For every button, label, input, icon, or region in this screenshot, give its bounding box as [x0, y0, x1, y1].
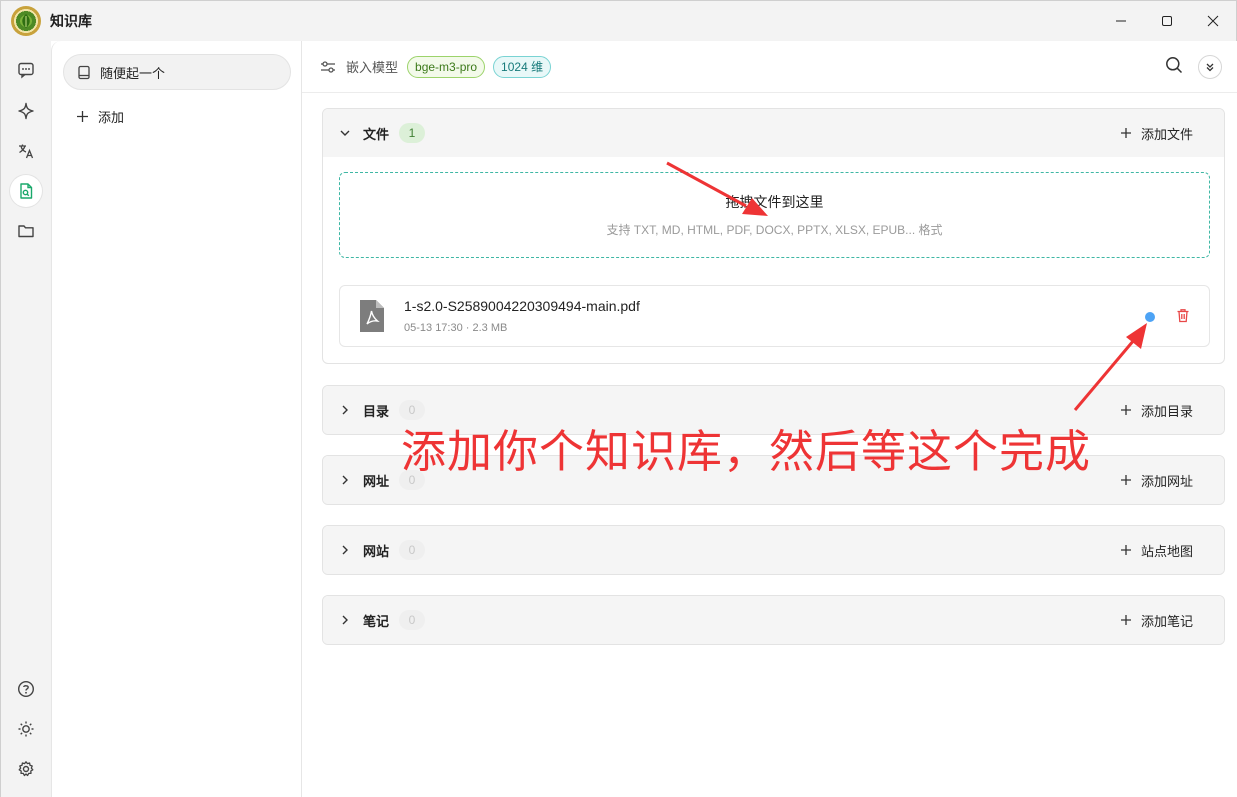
help-icon [17, 680, 35, 698]
translate-icon [19, 144, 34, 159]
add-kb-label: 添加 [98, 110, 125, 125]
dropzone-title: 拖拽文件到这里 [725, 194, 824, 210]
add-directory-label: 添加目录 [1140, 403, 1193, 419]
kb-item-selected[interactable]: 随便起一个 [63, 54, 291, 90]
website-section-title: 网站 [363, 543, 390, 559]
rail-assistant-button[interactable] [7, 94, 45, 128]
embed-model-label: 嵌入模型 [346, 60, 399, 75]
file-name: 1-s2.0-S2589004220309494-main.pdf [404, 298, 640, 314]
plus-icon [1120, 128, 1131, 138]
sparkle-icon [18, 102, 34, 120]
knowledge-base-icon [20, 183, 33, 199]
file-meta: 05-13 17:30 · 2.3 MB [404, 322, 508, 334]
add-sitemap-label: 站点地图 [1140, 543, 1193, 559]
maximize-icon [1162, 16, 1172, 26]
rail-knowledge-button[interactable] [10, 175, 42, 207]
files-section: 文件 1 添加文件 拖拽文件到这里 支持 TXT, MD, HTML, PDF,… [322, 108, 1225, 364]
minimize-button[interactable] [1098, 1, 1144, 41]
add-url-label: 添加网址 [1140, 473, 1193, 489]
collapse-all-button[interactable] [1198, 55, 1222, 79]
chevron-right-icon [342, 405, 348, 415]
processing-status-dot [1145, 312, 1155, 322]
plus-icon [77, 111, 88, 122]
notes-section: 笔记 0 添加笔记 [322, 595, 1225, 645]
dropzone-hint: 支持 TXT, MD, HTML, PDF, DOCX, PPTX, XLSX,… [606, 223, 943, 237]
notes-count-badge: 0 [399, 610, 426, 630]
directory-section-title: 目录 [363, 403, 390, 419]
rail-translate-button[interactable] [7, 134, 45, 168]
files-section-title: 文件 [363, 126, 390, 142]
chat-icon [18, 62, 34, 79]
website-section-header[interactable]: 网站 0 站点地图 [323, 526, 1224, 574]
rail-settings-button[interactable] [7, 752, 45, 786]
trash-icon [1177, 309, 1189, 323]
chevron-right-icon [342, 545, 348, 555]
annotation-text: 添加你个知识库，然后等这个完成 [401, 425, 1092, 478]
add-note-label: 添加笔记 [1140, 613, 1193, 629]
file-dropzone[interactable]: 拖拽文件到这里 支持 TXT, MD, HTML, PDF, DOCX, PPT… [339, 172, 1210, 258]
double-chevron-down-icon [1206, 63, 1214, 72]
add-url-button[interactable]: 添加网址 [1120, 456, 1193, 504]
app-logo [11, 6, 41, 36]
chevron-right-icon [342, 475, 348, 485]
settings-icon [18, 761, 34, 777]
notes-section-header[interactable]: 笔记 0 添加笔记 [323, 596, 1224, 644]
main-topbar: 嵌入模型 bge-m3-pro 1024 维 [302, 41, 1237, 93]
theme-icon [18, 721, 34, 737]
files-section-header[interactable]: 文件 1 添加文件 [323, 109, 1224, 157]
embed-model-tag: bge-m3-pro [407, 55, 486, 78]
rail-theme-button[interactable] [7, 712, 45, 746]
plus-icon [1120, 545, 1131, 555]
close-icon [1207, 15, 1219, 27]
files-count-badge: 1 [399, 123, 426, 143]
rail-help-button[interactable] [7, 672, 45, 706]
pdf-file-icon [358, 299, 386, 336]
file-item[interactable]: 1-s2.0-S2589004220309494-main.pdf 05-13 … [339, 285, 1210, 347]
delete-file-button[interactable] [1176, 308, 1190, 326]
nav-rail [1, 41, 51, 797]
add-file-button[interactable]: 添加文件 [1120, 109, 1193, 157]
folder-icon [18, 225, 34, 238]
add-kb-button[interactable]: 添加 [76, 107, 124, 126]
rail-files-button[interactable] [7, 214, 45, 248]
app-title: 知识库 [50, 13, 92, 29]
add-note-button[interactable]: 添加笔记 [1120, 596, 1193, 644]
plus-icon [1120, 405, 1131, 415]
add-directory-button[interactable]: 添加目录 [1120, 386, 1193, 434]
kb-item-label: 随便起一个 [100, 65, 166, 81]
plus-icon [1120, 475, 1131, 485]
close-button[interactable] [1190, 1, 1236, 41]
search-button[interactable] [1165, 56, 1183, 77]
rail-chat-button[interactable] [7, 53, 45, 87]
app-window: 知识库 随便起一个 添加 嵌入模型 bge-m3-pro 1024 维 文件 1… [0, 0, 1237, 797]
add-sitemap-button[interactable]: 站点地图 [1120, 526, 1193, 574]
minimize-icon [1116, 20, 1126, 22]
url-section-title: 网址 [363, 473, 390, 489]
sliders-icon [321, 60, 335, 73]
title-bar: 知识库 [1, 1, 1236, 41]
website-count-badge: 0 [399, 540, 426, 560]
chevron-down-icon [340, 130, 350, 136]
chevron-right-icon [342, 615, 348, 625]
maximize-button[interactable] [1144, 1, 1190, 41]
kb-settings-button[interactable] [320, 60, 336, 74]
dimension-tag: 1024 维 [493, 55, 552, 78]
website-section: 网站 0 站点地图 [322, 525, 1225, 575]
window-controls [1098, 1, 1236, 41]
search-icon [1166, 57, 1183, 74]
book-icon [78, 65, 90, 79]
kb-list-panel: 随便起一个 添加 [51, 41, 302, 797]
notes-section-title: 笔记 [363, 613, 390, 629]
plus-icon [1120, 615, 1131, 625]
add-file-label: 添加文件 [1140, 126, 1193, 142]
